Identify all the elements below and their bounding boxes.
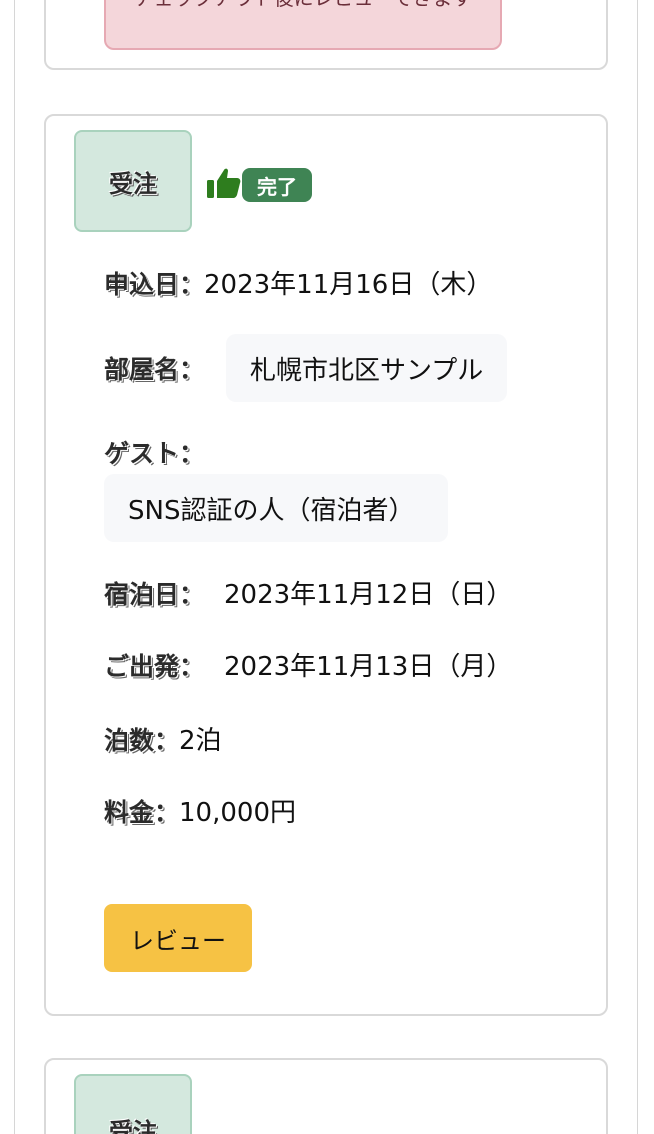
status-badge: 完了: [242, 168, 312, 202]
room-label: 部屋名：: [104, 355, 205, 384]
status-label: 受注: [109, 168, 157, 198]
nights-value: 2泊: [179, 726, 222, 756]
status-box: 受注: [74, 130, 192, 232]
applied-date-row: 申込日： 2023年11月16日（木）: [104, 264, 492, 301]
guest-label: ゲスト：: [104, 439, 205, 468]
price-label: 料金：: [104, 797, 180, 827]
thumbs-up-icon: [207, 168, 241, 198]
room-row: 部屋名： 札幌市北区サンプル: [104, 334, 508, 402]
next-status-box: 受注: [74, 1074, 192, 1134]
checkout-row: ご出発： 2023年11月13日（月）: [104, 646, 512, 683]
applied-date-value: 2023年11月16日（木）: [204, 270, 493, 300]
next-status-label: 受注: [109, 1117, 157, 1134]
checkout-value: 2023年11月13日（月）: [224, 652, 513, 682]
review-notice: チェックアウト後にレビューできます: [104, 0, 502, 50]
guest-label-row: ゲスト：: [104, 434, 204, 470]
booking-card-previous: チェックアウト後にレビューできます: [44, 0, 608, 70]
booking-card-next: 受注: [44, 1058, 608, 1134]
checkin-row: 宿泊日： 2023年11月12日（日）: [104, 574, 512, 611]
room-name-chip: 札幌市北区サンプル: [226, 334, 508, 402]
guest-name-chip: SNS認証の人（宿泊者）: [104, 474, 448, 542]
nights-row: 泊数： 2泊: [104, 720, 222, 757]
checkin-value: 2023年11月12日（日）: [224, 580, 513, 610]
booking-card: 受注 完了 申込日： 2023年11月16日（木） 部屋名： 札幌市北区サンプル…: [44, 114, 608, 1016]
price-value: 10,000円: [179, 798, 296, 828]
review-notice-text: チェックアウト後にレビューできます: [134, 0, 473, 10]
nights-label: 泊数：: [104, 725, 180, 755]
price-row: 料金： 10,000円: [104, 792, 296, 829]
checkout-label: ご出発：: [104, 651, 205, 681]
guest-row: SNS認証の人（宿泊者）: [104, 474, 448, 542]
applied-date-label: 申込日：: [104, 269, 205, 299]
review-button[interactable]: レビュー: [104, 904, 252, 972]
checkin-label: 宿泊日：: [104, 579, 205, 609]
